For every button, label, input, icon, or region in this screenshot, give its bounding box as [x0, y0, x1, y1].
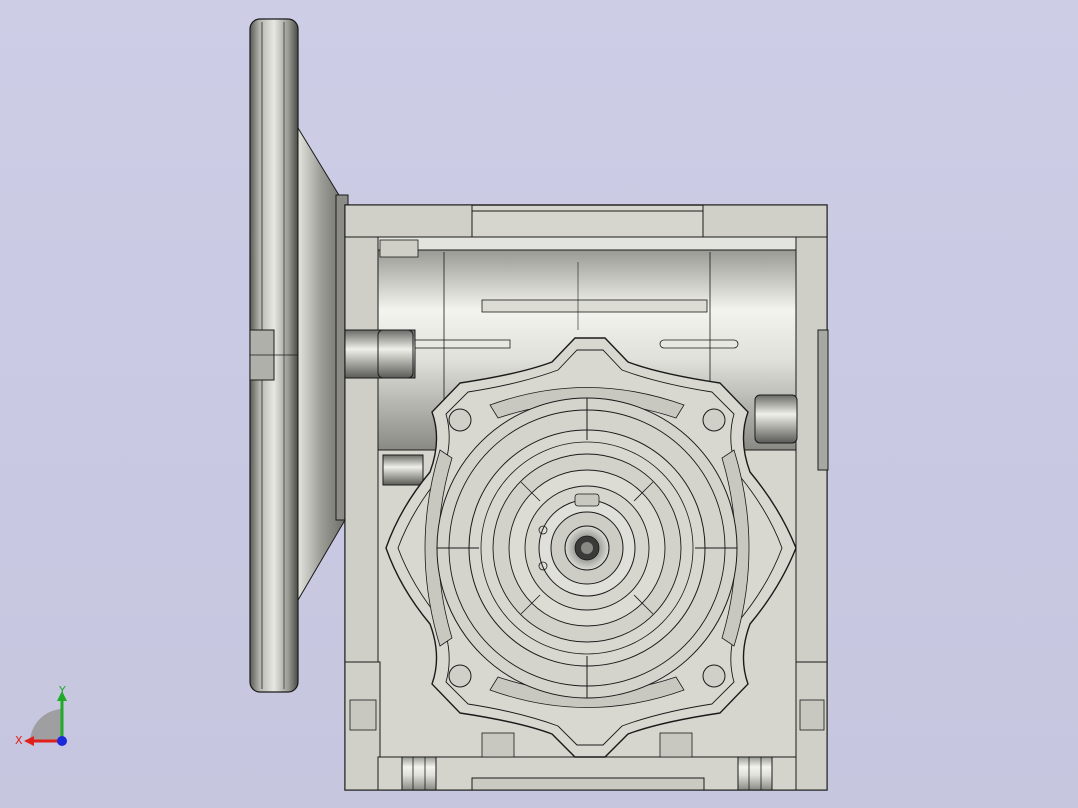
gearbox-model[interactable] — [0, 0, 1078, 808]
triad-shade — [30, 709, 62, 740]
axis-triad: Y X — [15, 685, 67, 747]
y-axis-label: Y — [58, 685, 66, 697]
output-cover — [385, 337, 797, 758]
cone-adapter — [297, 126, 349, 602]
x-axis-arrow — [24, 736, 34, 746]
z-axis-dot — [57, 736, 67, 746]
x-axis-label: X — [15, 734, 23, 747]
cad-viewport[interactable]: Y X — [0, 0, 1078, 808]
